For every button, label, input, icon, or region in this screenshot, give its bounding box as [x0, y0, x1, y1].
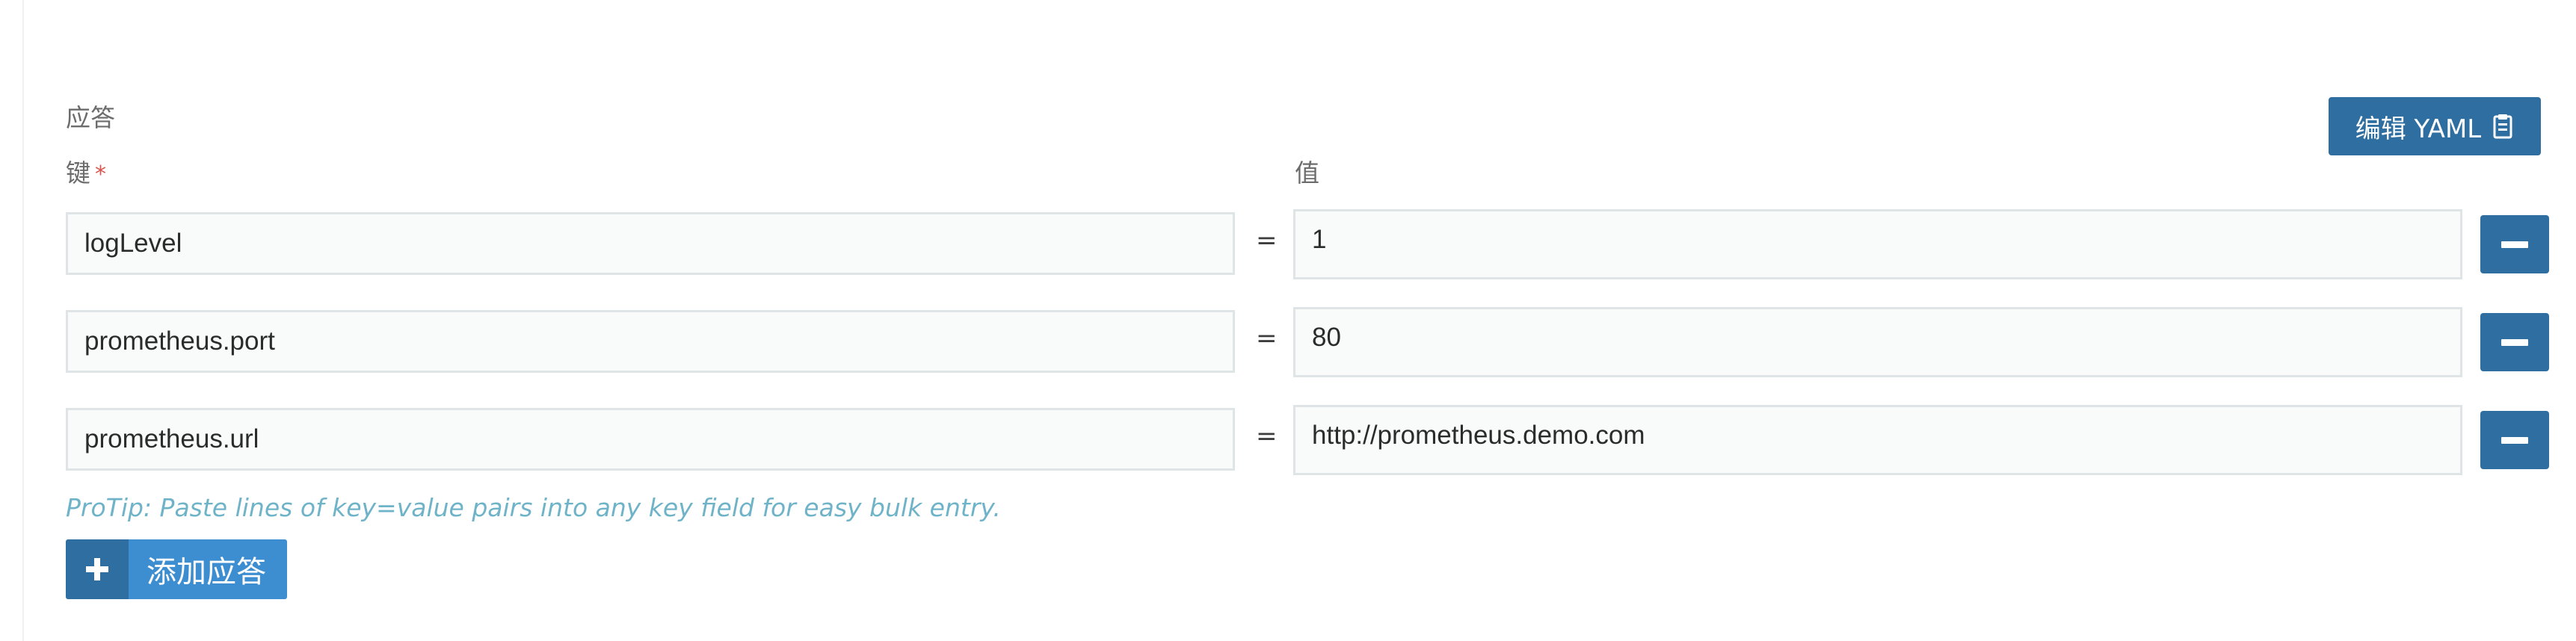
- value-input[interactable]: 1: [1293, 209, 2462, 279]
- remove-row-button[interactable]: [2480, 313, 2549, 371]
- key-header-label: 键: [66, 158, 90, 188]
- required-marker: *: [95, 161, 106, 188]
- clipboard-icon: [2492, 113, 2514, 140]
- add-answer-button[interactable]: 添加应答: [66, 539, 287, 599]
- value-column-header: 值: [1295, 158, 1319, 188]
- edit-yaml-button[interactable]: 编辑 YAML: [2329, 97, 2541, 155]
- section-title: 应答: [66, 103, 115, 132]
- key-column-header: 键 *: [66, 157, 106, 191]
- edit-yaml-label: 编辑 YAML: [2355, 114, 2482, 144]
- key-input[interactable]: logLevel: [66, 212, 1235, 275]
- plus-icon-box: [66, 539, 129, 599]
- minus-icon: [2501, 338, 2528, 346]
- equals-sign: =: [1256, 226, 1278, 256]
- answer-row: prometheus.port = 80: [0, 307, 2576, 379]
- value-input[interactable]: 80: [1293, 307, 2462, 377]
- equals-sign: =: [1256, 421, 1278, 451]
- remove-row-button[interactable]: [2480, 411, 2549, 469]
- remove-row-button[interactable]: [2480, 215, 2549, 273]
- answer-row: prometheus.url = http://prometheus.demo.…: [0, 405, 2576, 477]
- minus-icon: [2501, 436, 2528, 444]
- answer-row: logLevel = 1: [0, 209, 2576, 281]
- add-answer-label: 添加应答: [129, 539, 287, 599]
- equals-sign: =: [1256, 323, 1278, 353]
- answers-page: 应答 编辑 YAML 键 * 值 logLevel = 1 prometheus.…: [0, 0, 2576, 641]
- key-input[interactable]: prometheus.port: [66, 310, 1235, 373]
- minus-icon: [2501, 241, 2528, 248]
- plus-icon: [86, 558, 108, 580]
- protip-text: ProTip: Paste lines of key=value pairs i…: [66, 493, 1001, 522]
- value-input[interactable]: http://prometheus.demo.com: [1293, 405, 2462, 475]
- key-input[interactable]: prometheus.url: [66, 408, 1235, 471]
